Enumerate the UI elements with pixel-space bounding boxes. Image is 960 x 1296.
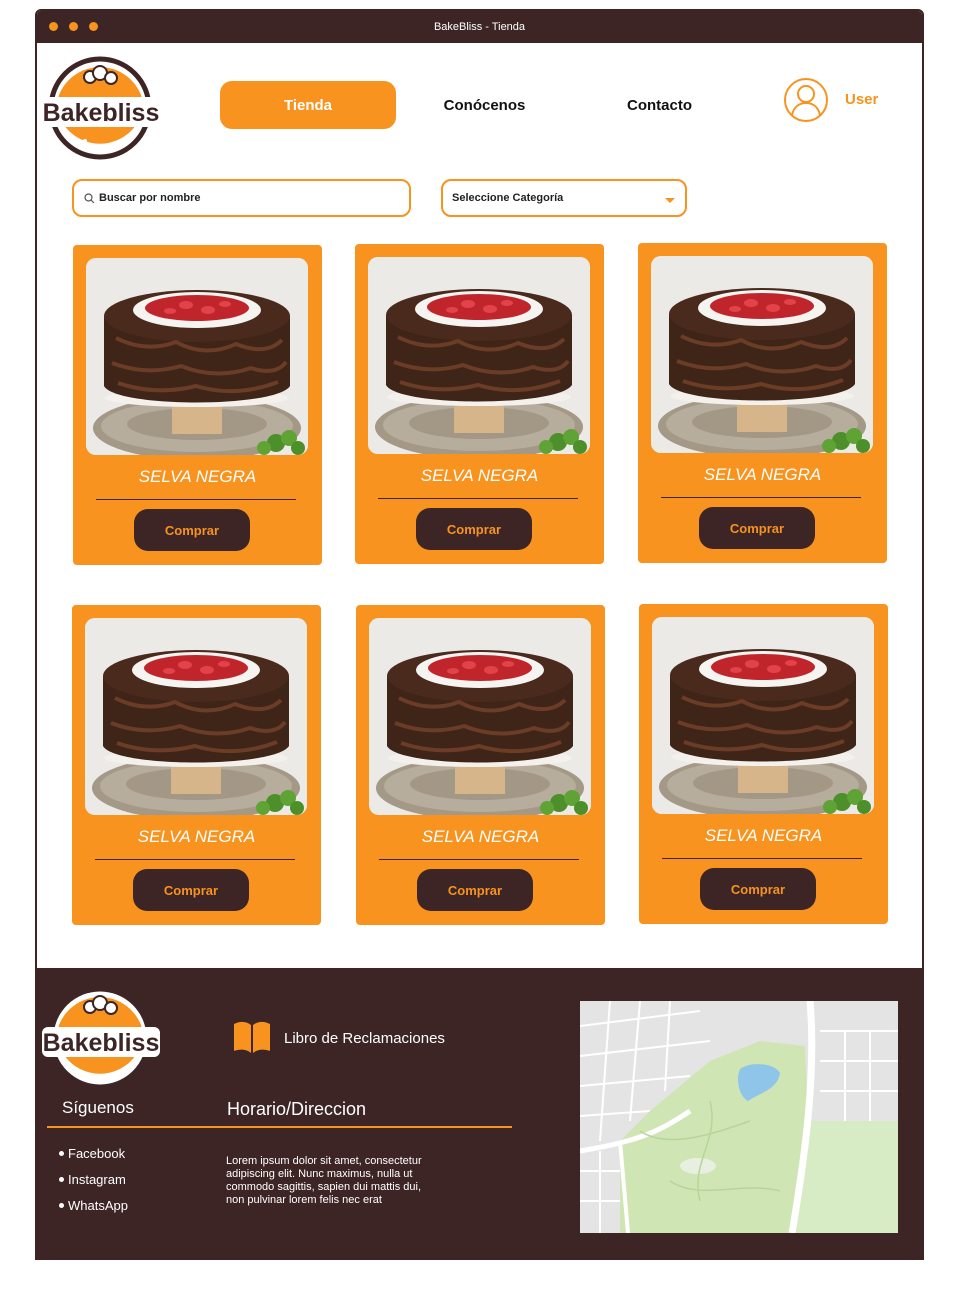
browser-window: BakeBliss - Tienda Bakebliss Tienda Conó… (35, 9, 924, 1260)
user-icon[interactable] (783, 77, 829, 123)
product-image[interactable] (652, 617, 874, 814)
bullet-icon (59, 1202, 64, 1208)
nav-conocenos[interactable]: Conócenos (407, 81, 562, 129)
product-image[interactable] (369, 618, 591, 815)
product-card: SELVA NEGRA Comprar (355, 244, 604, 564)
product-card: SELVA NEGRA Comprar (72, 605, 321, 925)
bullet-icon (59, 1176, 64, 1182)
search-box[interactable] (72, 179, 411, 217)
product-image[interactable] (86, 258, 308, 455)
window-title: BakeBliss - Tienda (433, 21, 526, 33)
search-icon (84, 192, 95, 203)
buy-button[interactable]: Comprar (700, 868, 816, 910)
social-link-whatsapp[interactable]: WhatsApp (59, 1192, 128, 1218)
logo-wordmark: Bakebliss (43, 99, 160, 127)
product-name: SELVA NEGRA (138, 467, 257, 486)
nav-tienda[interactable]: Tienda (220, 81, 396, 129)
bakebliss-logo[interactable]: Bakebliss (40, 53, 162, 163)
product-card: SELVA NEGRA Comprar (73, 245, 322, 565)
book-icon (234, 1021, 270, 1053)
user-label[interactable]: User (845, 91, 878, 108)
product-image[interactable] (85, 618, 307, 815)
schedule-text: Lorem ipsum dolor sit amet, consectetur … (226, 1155, 422, 1206)
buy-button[interactable]: Comprar (417, 869, 533, 911)
product-image[interactable] (368, 257, 590, 454)
follow-us-title: Síguenos (62, 1098, 134, 1117)
buy-button[interactable]: Comprar (699, 507, 815, 549)
product-divider (662, 858, 862, 859)
search-input[interactable] (99, 192, 389, 204)
product-card: SELVA NEGRA Comprar (638, 243, 887, 563)
product-card: SELVA NEGRA Comprar (639, 604, 888, 924)
product-name: SELVA NEGRA (704, 826, 823, 845)
product-divider (96, 499, 296, 500)
footer-logo-wordmark: Bakebliss (43, 1029, 160, 1057)
claims-book-link[interactable]: Libro de Reclamaciones (284, 1030, 445, 1047)
social-link-instagram[interactable]: Instagram (59, 1166, 128, 1192)
nav-contacto[interactable]: Contacto (582, 81, 737, 129)
location-map[interactable] (580, 1001, 898, 1233)
footer-divider (47, 1126, 512, 1128)
buy-button[interactable]: Comprar (416, 508, 532, 550)
bullet-icon (59, 1150, 64, 1156)
product-divider (95, 859, 295, 860)
product-divider (661, 497, 861, 498)
buy-button[interactable]: Comprar (134, 509, 250, 551)
product-image[interactable] (651, 256, 873, 453)
product-divider (378, 498, 578, 499)
product-name: SELVA NEGRA (137, 827, 256, 846)
product-divider (379, 859, 579, 860)
schedule-title: Horario/Direccion (227, 1099, 367, 1119)
buy-button[interactable]: Comprar (133, 869, 249, 911)
social-links: Facebook Instagram WhatsApp (59, 1140, 128, 1218)
social-link-facebook[interactable]: Facebook (59, 1140, 128, 1166)
category-select-value: Seleccione Categoría (452, 192, 564, 204)
product-name: SELVA NEGRA (421, 827, 540, 846)
product-name: SELVA NEGRA (420, 466, 539, 485)
product-card: SELVA NEGRA Comprar (356, 605, 605, 925)
footer: Bakebliss Libro de Reclamaciones Sígueno… (37, 968, 922, 1258)
category-select[interactable]: Seleccione Categoría (441, 179, 687, 217)
title-bar: BakeBliss - Tienda (37, 11, 922, 43)
product-name: SELVA NEGRA (703, 465, 822, 484)
chevron-down-icon (665, 198, 675, 203)
footer-logo[interactable]: Bakebliss (40, 983, 162, 1093)
